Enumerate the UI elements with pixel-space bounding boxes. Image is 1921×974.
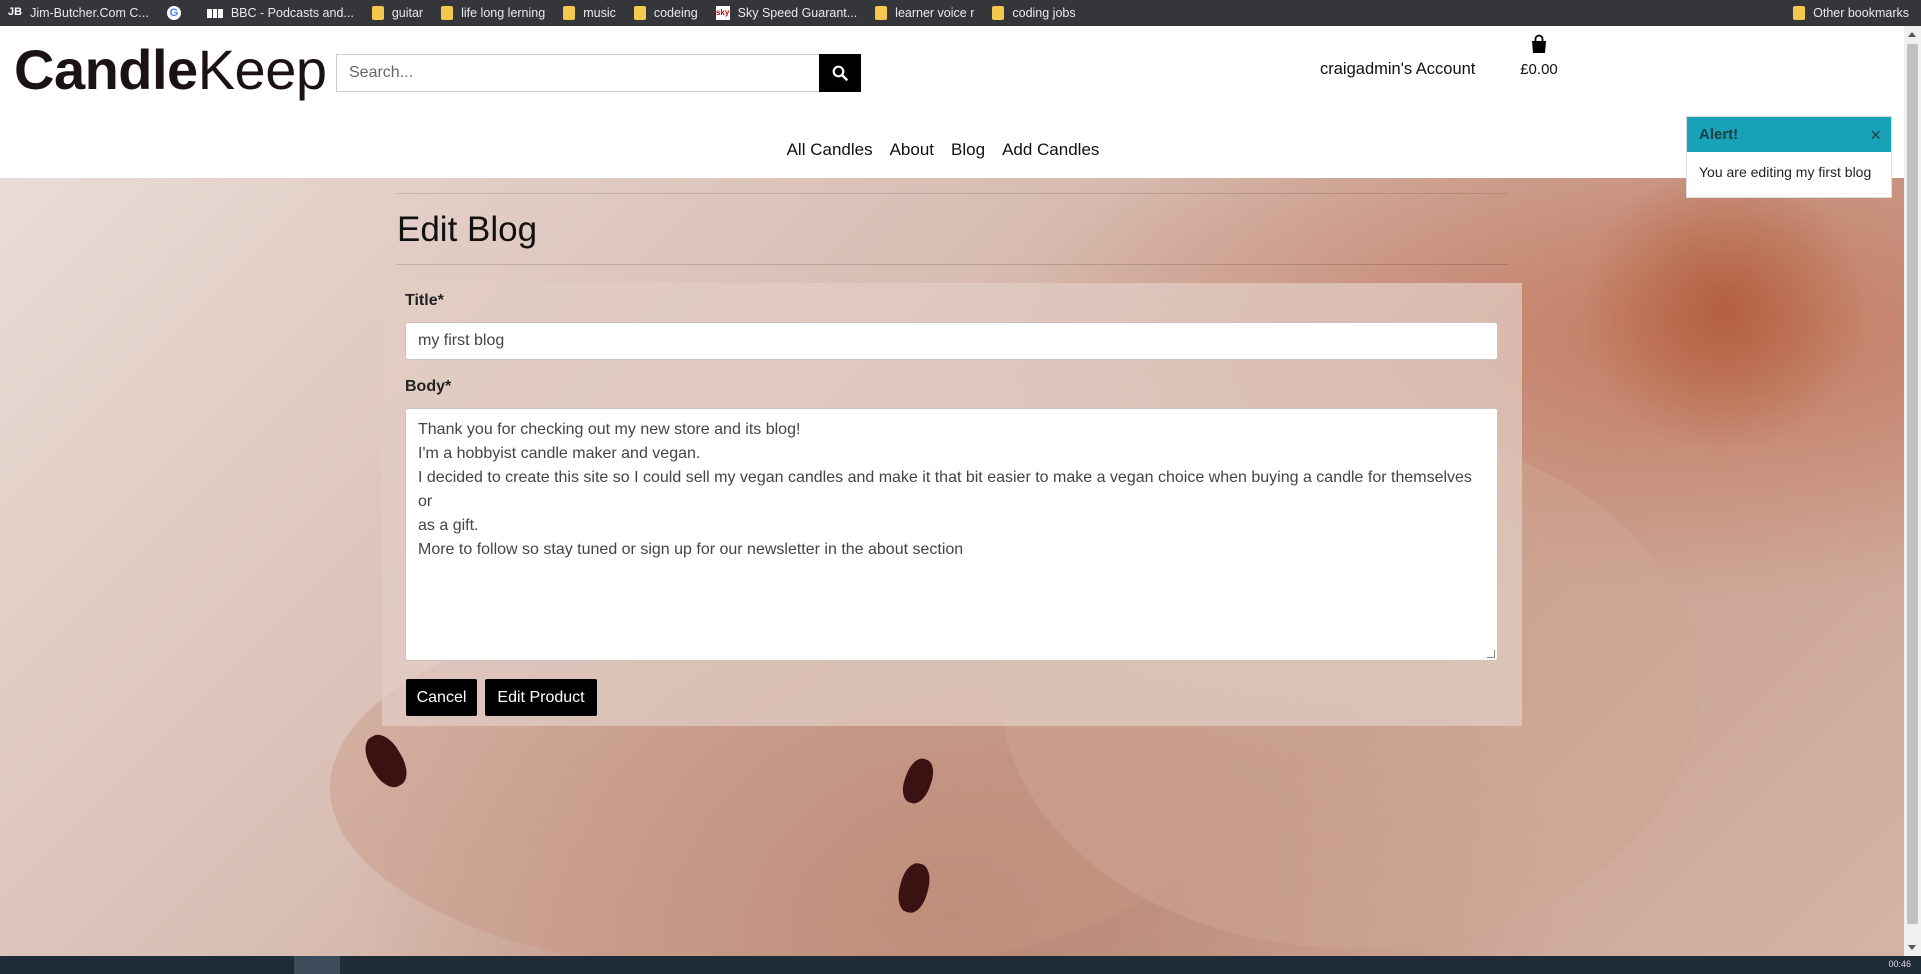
search-button[interactable]	[819, 54, 861, 92]
body-line: More to follow so stay tuned or sign up …	[418, 541, 964, 558]
resize-handle-icon[interactable]	[1487, 650, 1495, 658]
bookmark-bbc[interactable]: BBC - Podcasts and...	[199, 0, 364, 26]
bookmark-label: BBC - Podcasts and...	[230, 6, 354, 20]
alert-toast: Alert! × You are editing my first blog	[1686, 116, 1892, 198]
taskbar-active-app[interactable]	[294, 956, 340, 974]
body-line: I'm a hobbyist candle maker and vegan.	[418, 445, 701, 462]
bag-total: £0.00	[1520, 61, 1558, 78]
folder-icon	[875, 6, 888, 20]
bookmark-label: codeing	[653, 6, 698, 20]
logo-bold-text: Candle	[14, 38, 198, 101]
site-header: CandleKeep craigadmin's Account £0.00 Al…	[0, 26, 1904, 178]
bookmark-label: coding jobs	[1012, 6, 1076, 20]
taskbar-clock: 00:46	[1888, 959, 1911, 969]
page-title: Edit Blog	[397, 210, 538, 249]
bookmark-google[interactable]: G	[159, 0, 199, 26]
os-taskbar: 00:46	[0, 956, 1921, 974]
bookmark-learner-voice[interactable]: learner voice r	[867, 0, 984, 26]
title-label: Title*	[405, 292, 444, 309]
hair-shape	[1584, 178, 1864, 458]
folder-icon	[371, 6, 384, 20]
bookmarks-bar: JB Jim-Butcher.Com C... G BBC - Podcasts…	[0, 0, 1921, 26]
bookmark-sky-speed[interactable]: sky Sky Speed Guarant...	[708, 0, 868, 26]
folder-icon	[563, 6, 576, 20]
scrollbar-thumb[interactable]	[1907, 44, 1918, 924]
bookmark-label: music	[583, 6, 616, 20]
body-line: I decided to create this site so I could…	[418, 469, 1472, 510]
other-bookmarks[interactable]: Other bookmarks	[1785, 0, 1921, 26]
scroll-down-arrow-icon[interactable]	[1908, 945, 1916, 950]
folder-icon	[1793, 6, 1806, 20]
body-textarea[interactable]: Thank you for checking out my new store …	[405, 408, 1498, 661]
account-link[interactable]: craigadmin's Account	[1320, 60, 1475, 79]
site-logo[interactable]: CandleKeep	[14, 36, 327, 104]
shopping-bag-link[interactable]: £0.00	[1520, 34, 1558, 78]
alert-header: Alert! ×	[1687, 117, 1891, 152]
alert-title: Alert!	[1699, 126, 1739, 143]
logo-light-text: Keep	[197, 38, 327, 101]
bookmark-label: Jim-Butcher.Com C...	[30, 6, 149, 20]
google-icon: G	[166, 6, 181, 20]
search-form	[336, 54, 861, 92]
bookmark-life-long-lerning[interactable]: life long lerning	[433, 0, 555, 26]
content-divider	[397, 264, 1507, 265]
scroll-up-arrow-icon[interactable]	[1908, 32, 1916, 37]
bbc-favicon-icon	[206, 6, 223, 20]
nav-about[interactable]: About	[890, 140, 934, 160]
content-divider-top	[397, 193, 1507, 194]
body-label: Body*	[405, 378, 452, 395]
sky-favicon-icon: sky	[715, 6, 730, 20]
jb-favicon-icon: JB	[8, 6, 23, 18]
bookmark-label: Sky Speed Guarant...	[737, 6, 858, 20]
shopping-bag-icon	[1532, 34, 1546, 53]
bookmark-label: life long lerning	[461, 6, 546, 20]
bookmark-music[interactable]: music	[555, 0, 626, 26]
search-icon	[832, 65, 848, 81]
other-bookmarks-label: Other bookmarks	[1813, 6, 1909, 20]
bookmark-guitar[interactable]: guitar	[364, 0, 433, 26]
alert-message: You are editing my first blog	[1699, 164, 1872, 180]
bookmark-coding-jobs[interactable]: coding jobs	[984, 0, 1085, 26]
nav-blog[interactable]: Blog	[951, 140, 985, 160]
close-icon[interactable]: ×	[1870, 125, 1881, 146]
main-nav: All Candles About Blog Add Candles	[0, 140, 1904, 160]
body-line: Thank you for checking out my new store …	[418, 421, 801, 438]
edit-product-button[interactable]: Edit Product	[485, 679, 597, 716]
nav-add-candles[interactable]: Add Candles	[1002, 140, 1099, 160]
page-scrollbar[interactable]	[1904, 26, 1921, 956]
cancel-button[interactable]: Cancel	[406, 679, 477, 716]
title-input[interactable]: my first blog	[405, 322, 1498, 360]
bookmark-label: learner voice r	[895, 6, 975, 20]
bookmark-label: guitar	[391, 6, 424, 20]
folder-icon	[441, 6, 454, 20]
folder-icon	[992, 6, 1005, 20]
search-input[interactable]	[336, 54, 819, 92]
folder-icon	[633, 6, 646, 20]
body-line: as a gift.	[418, 517, 479, 534]
bookmark-jim-butcher[interactable]: JB Jim-Butcher.Com C...	[0, 0, 159, 26]
bookmark-codeing[interactable]: codeing	[626, 0, 708, 26]
nav-all-candles[interactable]: All Candles	[787, 140, 873, 160]
